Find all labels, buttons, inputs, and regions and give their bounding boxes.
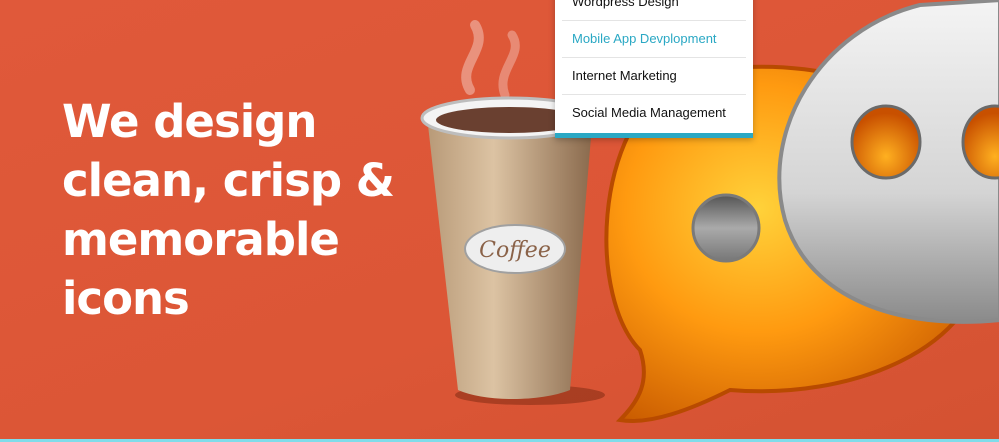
headline-line: clean, crisp & <box>62 154 395 207</box>
menu-item-wordpress-design[interactable]: Wordpress Design <box>562 0 746 21</box>
services-dropdown-menu: Wordpress Design Mobile App Devplopment … <box>555 0 753 138</box>
menu-item-mobile-app-development[interactable]: Mobile App Devplopment <box>562 21 746 58</box>
headline-line: icons <box>62 272 190 325</box>
cup-label: Coffee <box>479 238 551 263</box>
hero-banner: Coffee We design clean, crisp & memorabl… <box>0 0 999 439</box>
headline-line: We design <box>62 95 317 148</box>
menu-item-internet-marketing[interactable]: Internet Marketing <box>562 58 746 95</box>
steam-icon <box>461 20 484 95</box>
hero-headline: We design clean, crisp & memorable icons <box>62 92 402 328</box>
headline-line: memorable <box>62 213 340 266</box>
menu-item-social-media-management[interactable]: Social Media Management <box>562 95 746 133</box>
